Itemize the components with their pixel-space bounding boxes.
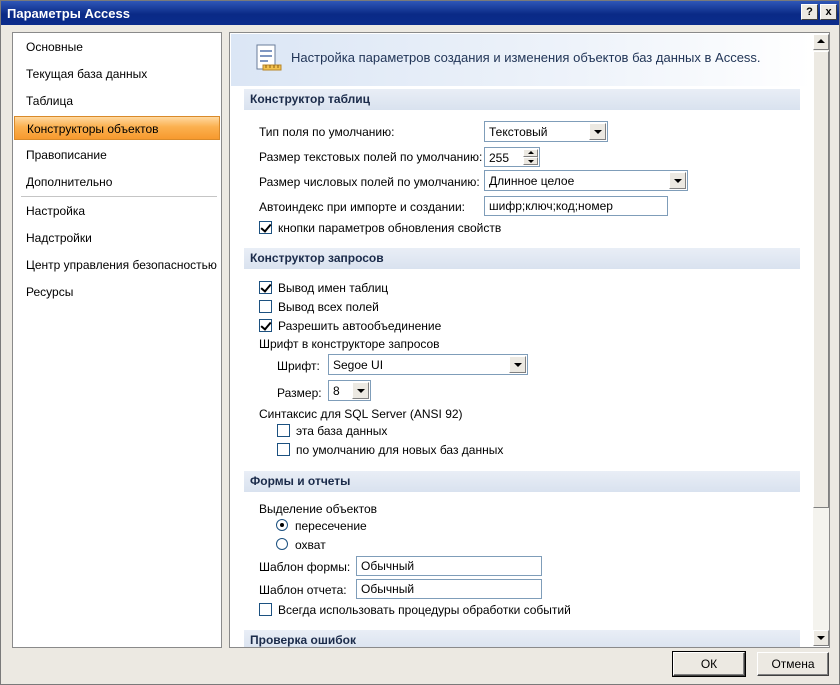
output-all-fields-label: Вывод всех полей (278, 300, 379, 314)
show-table-names-checkbox[interactable] (259, 281, 272, 294)
form-template-label: Шаблон формы: (259, 560, 351, 574)
scroll-up-icon[interactable] (813, 34, 829, 50)
field-type-select[interactable]: Текстовый (484, 121, 608, 142)
designer-icon (256, 44, 282, 71)
nav-item-trust-center[interactable]: Центр управления безопасностью (14, 253, 220, 277)
nav-item-proofing[interactable]: Правописание (14, 143, 220, 167)
section-error-checking: Проверка ошибок (244, 630, 800, 647)
autojoin-checkbox[interactable] (259, 319, 272, 332)
nav-item-advanced[interactable]: Дополнительно (14, 170, 220, 194)
partial-label: пересечение (295, 519, 367, 533)
property-update-label: кнопки параметров обновления свойств (278, 221, 502, 235)
nav-item-add-ins[interactable]: Надстройки (14, 226, 220, 250)
spin-down-icon[interactable] (523, 157, 538, 165)
spin-up-icon[interactable] (523, 149, 538, 157)
selection-behavior-label: Выделение объектов (259, 502, 378, 516)
nav-item-general[interactable]: Основные (14, 35, 220, 59)
report-template-input[interactable]: Обычный (356, 579, 542, 599)
nav-item-current-database[interactable]: Текущая база данных (14, 62, 220, 86)
nav-item-resources[interactable]: Ресурсы (14, 280, 220, 304)
scroll-thumb[interactable] (813, 51, 829, 508)
number-size-label: Размер числовых полей по умолчанию: (259, 175, 480, 189)
chevron-down-icon[interactable] (589, 123, 606, 140)
always-event-procedures-label: Всегда использовать процедуры обработки … (278, 603, 571, 617)
vertical-scrollbar[interactable] (813, 34, 829, 646)
query-font-value: Segoe UI (333, 358, 384, 372)
report-template-label: Шаблон отчета: (259, 583, 347, 597)
query-font-label: Шрифт: (277, 359, 320, 373)
help-button[interactable]: ? (801, 4, 818, 20)
text-size-label: Размер текстовых полей по умолчанию: (259, 150, 483, 164)
title-bar: Параметры Access ? x (1, 1, 839, 25)
category-list: Основные Текущая база данных Таблица Кон… (12, 32, 222, 648)
chevron-down-icon[interactable] (669, 172, 686, 189)
query-font-size-value: 8 (333, 384, 340, 398)
scroll-down-icon[interactable] (813, 630, 829, 646)
default-new-db-checkbox[interactable] (277, 443, 290, 456)
output-all-fields-checkbox[interactable] (259, 300, 272, 313)
field-type-value: Текстовый (489, 125, 548, 139)
text-size-value: 255 (489, 151, 510, 165)
default-new-db-label: по умолчанию для новых баз данных (296, 443, 504, 457)
query-font-select[interactable]: Segoe UI (328, 354, 528, 375)
options-panel: Настройка параметров создания и изменени… (229, 32, 830, 648)
this-database-label: эта база данных (296, 424, 388, 438)
query-font-size-label: Размер: (277, 386, 322, 400)
autoindex-label: Автоиндекс при импорте и создании: (259, 200, 465, 214)
cancel-button[interactable]: Отмена (757, 652, 829, 676)
nav-item-datasheet[interactable]: Таблица (14, 89, 220, 113)
field-type-label: Тип поля по умолчанию: (259, 125, 395, 139)
number-size-select[interactable]: Длинное целое (484, 170, 688, 191)
section-query-design: Конструктор запросов (244, 248, 800, 269)
property-update-checkbox[interactable] (259, 221, 272, 234)
nav-item-object-designers[interactable]: Конструкторы объектов (14, 116, 220, 140)
nav-separator (21, 196, 217, 197)
query-font-size-select[interactable]: 8 (328, 380, 371, 401)
sql-syntax-group-label: Синтаксис для SQL Server (ANSI 92) (259, 407, 463, 421)
full-label: охват (295, 538, 326, 552)
partial-radio[interactable] (276, 519, 288, 531)
text-size-spinner[interactable]: 255 (484, 147, 540, 167)
chevron-down-icon[interactable] (352, 382, 369, 399)
full-radio[interactable] (276, 538, 288, 550)
autojoin-label: Разрешить автообъединение (278, 319, 442, 333)
query-font-group-label: Шрифт в конструкторе запросов (259, 337, 440, 351)
always-event-procedures-checkbox[interactable] (259, 603, 272, 616)
section-forms-reports: Формы и отчеты (244, 471, 800, 492)
show-table-names-label: Вывод имен таблиц (278, 281, 389, 295)
close-button[interactable]: x (820, 4, 837, 20)
autoindex-input[interactable]: шифр;ключ;код;номер (484, 196, 668, 216)
chevron-down-icon[interactable] (509, 356, 526, 373)
form-template-input[interactable]: Обычный (356, 556, 542, 576)
banner-text: Настройка параметров создания и изменени… (291, 50, 761, 65)
window-title: Параметры Access (7, 5, 130, 21)
number-size-value: Длинное целое (489, 174, 575, 188)
section-table-design: Конструктор таблиц (244, 89, 800, 110)
this-database-checkbox[interactable] (277, 424, 290, 437)
access-options-window: Параметры Access ? x Основные Текущая ба… (0, 0, 840, 685)
ok-button[interactable]: ОК (672, 651, 746, 677)
page-banner: Настройка параметров создания и изменени… (231, 34, 812, 86)
nav-item-customize[interactable]: Настройка (14, 199, 220, 223)
